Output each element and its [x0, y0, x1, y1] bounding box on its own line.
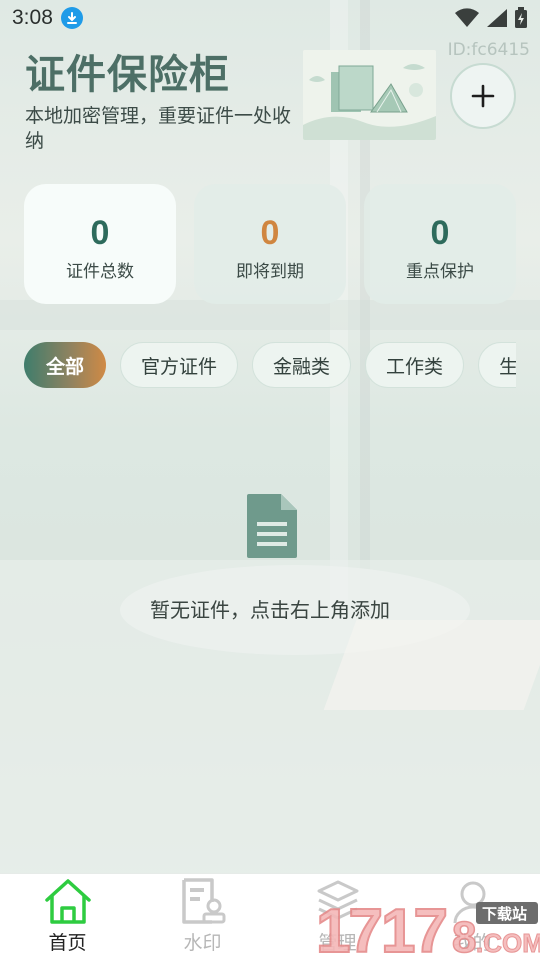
plus-icon [471, 84, 495, 108]
site-watermark-logo: 1717 8 下载站 .COM [315, 880, 540, 960]
header-illustration [303, 50, 436, 140]
stat-label: 证件总数 [66, 262, 134, 282]
svg-text:1717: 1717 [316, 897, 446, 960]
page-title: 证件保险柜 [25, 52, 230, 98]
nav-home-label: 首页 [48, 932, 87, 954]
tab-all[interactable]: 全部 [24, 342, 107, 388]
stat-label: 重点保护 [406, 262, 474, 282]
stat-card-expiring[interactable]: 0 即将到期 [194, 184, 346, 304]
tab-official[interactable]: 官方证件 [120, 342, 239, 388]
status-time: 3:08 [12, 6, 53, 29]
download-icon [60, 7, 83, 29]
tab-work[interactable]: 工作类 [365, 342, 465, 388]
stat-card-protected[interactable]: 0 重点保护 [364, 184, 516, 304]
nav-home[interactable]: 首页 [0, 874, 135, 960]
stat-label: 即将到期 [236, 262, 304, 282]
nav-watermark-label: 水印 [183, 932, 222, 954]
svg-text:8: 8 [452, 913, 476, 960]
user-id: ID:fc6415 [447, 40, 530, 60]
home-icon [44, 879, 91, 924]
stat-value: 0 [430, 214, 450, 252]
tab-finance[interactable]: 金融类 [252, 342, 352, 388]
watermark-icon [181, 878, 225, 924]
stat-card-total[interactable]: 0 证件总数 [24, 184, 176, 304]
empty-state-text: 暂无证件，点击右上角添加 [150, 598, 390, 622]
nav-watermark[interactable]: 水印 [135, 874, 270, 960]
page-subtitle: 本地加密管理，重要证件一处收纳 [25, 105, 292, 152]
add-button[interactable] [450, 63, 516, 129]
signal-icon [487, 9, 507, 27]
document-icon [245, 492, 299, 564]
wifi-icon [455, 8, 479, 27]
status-icons [454, 7, 528, 29]
svg-text:下载站: 下载站 [482, 905, 527, 923]
status-bar: 3:08 [0, 0, 540, 36]
stat-value: 0 [90, 214, 110, 252]
stat-value: 0 [260, 214, 280, 252]
tab-life[interactable]: 生 [478, 342, 516, 388]
svg-text:.COM: .COM [476, 928, 540, 958]
category-tabs: 全部 官方证件 金融类 工作类 生 [24, 342, 516, 390]
battery-icon [515, 7, 527, 28]
